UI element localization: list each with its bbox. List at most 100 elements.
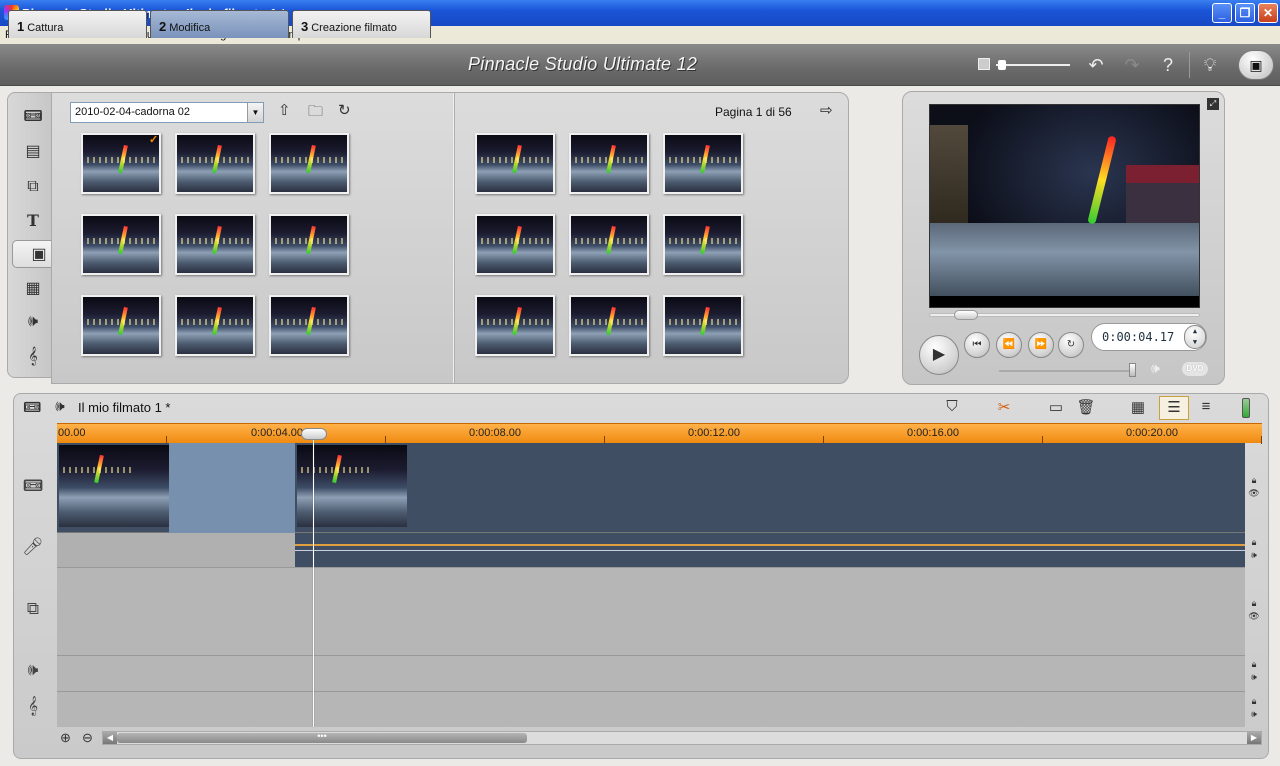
redo-icon[interactable]: ↷	[1120, 55, 1144, 76]
sfx-track-lock-icon[interactable]: 🔒︎ 🕪︎	[1247, 658, 1261, 684]
photo-thumbnail[interactable]	[663, 133, 743, 194]
chevron-down-icon[interactable]: ▼	[247, 103, 263, 122]
loop-button[interactable]: ↻	[1058, 332, 1084, 358]
marker-icon[interactable]: ⛉	[940, 398, 964, 415]
folder-icon[interactable]: 🗀︎	[308, 101, 323, 126]
fullscreen-icon[interactable]: ⤢	[1207, 98, 1219, 110]
photo-thumbnail[interactable]	[569, 295, 649, 356]
disc-menus-icon[interactable]: ▦	[18, 275, 48, 303]
premium-box-icon[interactable]: ▣	[1238, 50, 1274, 80]
photo-thumbnail[interactable]	[81, 214, 161, 275]
audio-mix-icon[interactable]: 🕪︎	[48, 398, 72, 415]
video-clip[interactable]	[59, 445, 169, 527]
photo-thumbnail[interactable]	[175, 133, 255, 194]
photo-thumbnail[interactable]	[663, 214, 743, 275]
timeline-tracks[interactable]	[57, 428, 1245, 727]
title-track-icon[interactable]: ⧉	[18, 599, 48, 619]
audio-track-lock-icon[interactable]: 🔒︎ 🕪︎	[1247, 536, 1261, 562]
video-scenes-icon[interactable]: 📼︎	[18, 103, 48, 131]
titles-icon[interactable]: T	[18, 207, 48, 235]
ruler-tick	[1261, 436, 1262, 444]
zoom-in-icon[interactable]: ⊕	[60, 730, 71, 746]
photo-thumbnail[interactable]	[475, 133, 555, 194]
play-button[interactable]: ▶	[919, 335, 959, 375]
photo-thumbnail[interactable]	[81, 295, 161, 356]
tab-cattura[interactable]: 1 Cattura	[8, 10, 147, 38]
microphone-icon[interactable]: 🎤︎	[18, 537, 48, 557]
scroll-left-icon[interactable]: ◀	[103, 732, 117, 744]
tab-label: Modifica	[169, 22, 211, 34]
photo-thumbnail[interactable]	[569, 133, 649, 194]
monitor-icon	[978, 58, 990, 70]
photo-thumbnail[interactable]	[269, 295, 349, 356]
themes-icon[interactable]: ⧉	[18, 173, 48, 201]
preview-speed-slider[interactable]	[978, 58, 1070, 72]
audio-volume-line	[295, 544, 1245, 546]
rewind-button[interactable]: ⏪	[996, 332, 1022, 358]
audio-level-icon	[1242, 398, 1250, 418]
tab-creazione-filmato[interactable]: 3 Creazione filmato	[292, 10, 431, 38]
volume-thumb[interactable]	[1129, 363, 1136, 377]
rotate-icon[interactable]: ↻	[338, 101, 351, 119]
tab-label: Creazione filmato	[311, 22, 397, 34]
maximize-button[interactable]: ❐	[1235, 3, 1255, 23]
trash-icon[interactable]: 🗑︎	[1074, 398, 1098, 416]
preview-screen	[929, 104, 1200, 308]
sound-effect-track-icon[interactable]: 🕪︎	[18, 660, 48, 680]
next-page-arrow-icon[interactable]: ⇨	[820, 101, 833, 119]
photo-thumbnail[interactable]	[175, 295, 255, 356]
scroll-right-icon[interactable]: ▶	[1247, 732, 1261, 744]
dvd-controls-button[interactable]: DVD	[1182, 362, 1208, 376]
speaker-icon[interactable]: 🕪︎	[1151, 360, 1160, 377]
storyboard-view-icon[interactable]: ▦	[1126, 398, 1150, 416]
music-icon[interactable]: 𝄞	[18, 342, 48, 370]
timeline-scrollbar[interactable]: ◀ ••• ▶	[102, 731, 1262, 745]
minimize-button[interactable]: _	[1212, 3, 1232, 23]
preview-building	[1126, 165, 1199, 225]
video-track[interactable]	[57, 443, 1245, 533]
photo-thumbnail[interactable]	[475, 214, 555, 275]
lightbulb-icon[interactable]: 💡︎	[1198, 55, 1222, 76]
photo-thumbnail[interactable]	[663, 295, 743, 356]
help-icon[interactable]: ?	[1156, 55, 1180, 76]
photo-thumbnail[interactable]: ✓	[81, 133, 161, 194]
tab-number: 1	[17, 19, 25, 34]
photo-thumbnail[interactable]	[475, 295, 555, 356]
tab-modifica[interactable]: 2 Modifica	[150, 10, 289, 38]
fast-forward-button[interactable]: ⏩	[1028, 332, 1054, 358]
ruler-label: 0:00:12.00	[688, 427, 740, 439]
timecode-spinner[interactable]: ▲ ▼	[1184, 325, 1206, 349]
original-audio-track[interactable]	[57, 533, 1245, 567]
clip-properties-icon[interactable]: ▭	[1044, 398, 1068, 416]
scrollbar-thumb[interactable]: •••	[117, 732, 527, 743]
zoom-out-icon[interactable]: ⊖	[82, 730, 93, 746]
volume-slider[interactable]	[999, 370, 1135, 372]
undo-icon[interactable]: ↶	[1084, 55, 1108, 76]
music-track-lock-icon[interactable]: 🔒︎ 🕪︎	[1247, 695, 1261, 721]
photo-thumbnail[interactable]	[269, 214, 349, 275]
close-button[interactable]: ✕	[1258, 3, 1278, 23]
playhead[interactable]	[301, 428, 327, 727]
folder-up-icon[interactable]: ⇧	[278, 101, 291, 119]
video-track-icon[interactable]: 📼︎	[18, 476, 48, 496]
slider-thumb[interactable]	[998, 60, 1006, 70]
preview-scrubber[interactable]	[929, 310, 1200, 320]
timeline-ruler[interactable]: 00.00 0:00:04.00 0:00:08.00 0:00:12.00 0…	[57, 423, 1262, 444]
go-to-start-button[interactable]: ⏮	[964, 332, 990, 358]
selected-gap[interactable]	[169, 443, 295, 533]
music-track-icon[interactable]: 𝄞	[18, 696, 48, 716]
video-track-icon[interactable]: 📼︎	[20, 398, 44, 416]
photo-thumbnail[interactable]	[569, 214, 649, 275]
title-track-lock-icon[interactable]: 🔒︎ 👁︎	[1247, 597, 1261, 623]
timecode-field[interactable]: 0:00:04.17 ▲ ▼	[1091, 323, 1207, 351]
folder-dropdown[interactable]: 2010-02-04-cadorna 02 ▼	[70, 102, 264, 123]
razor-scissors-icon[interactable]: ✂	[992, 398, 1016, 416]
sound-effects-icon[interactable]: 🕪︎	[18, 308, 48, 336]
transitions-icon[interactable]: ▤	[18, 138, 48, 166]
photo-thumbnail[interactable]	[269, 133, 349, 194]
video-track-lock-icon[interactable]: 🔒︎ 👁︎	[1247, 474, 1261, 500]
photo-thumbnail[interactable]	[175, 214, 255, 275]
text-view-icon[interactable]: ≡	[1194, 398, 1218, 415]
playhead-handle[interactable]	[301, 428, 327, 440]
scrubber-thumb[interactable]	[954, 310, 978, 320]
